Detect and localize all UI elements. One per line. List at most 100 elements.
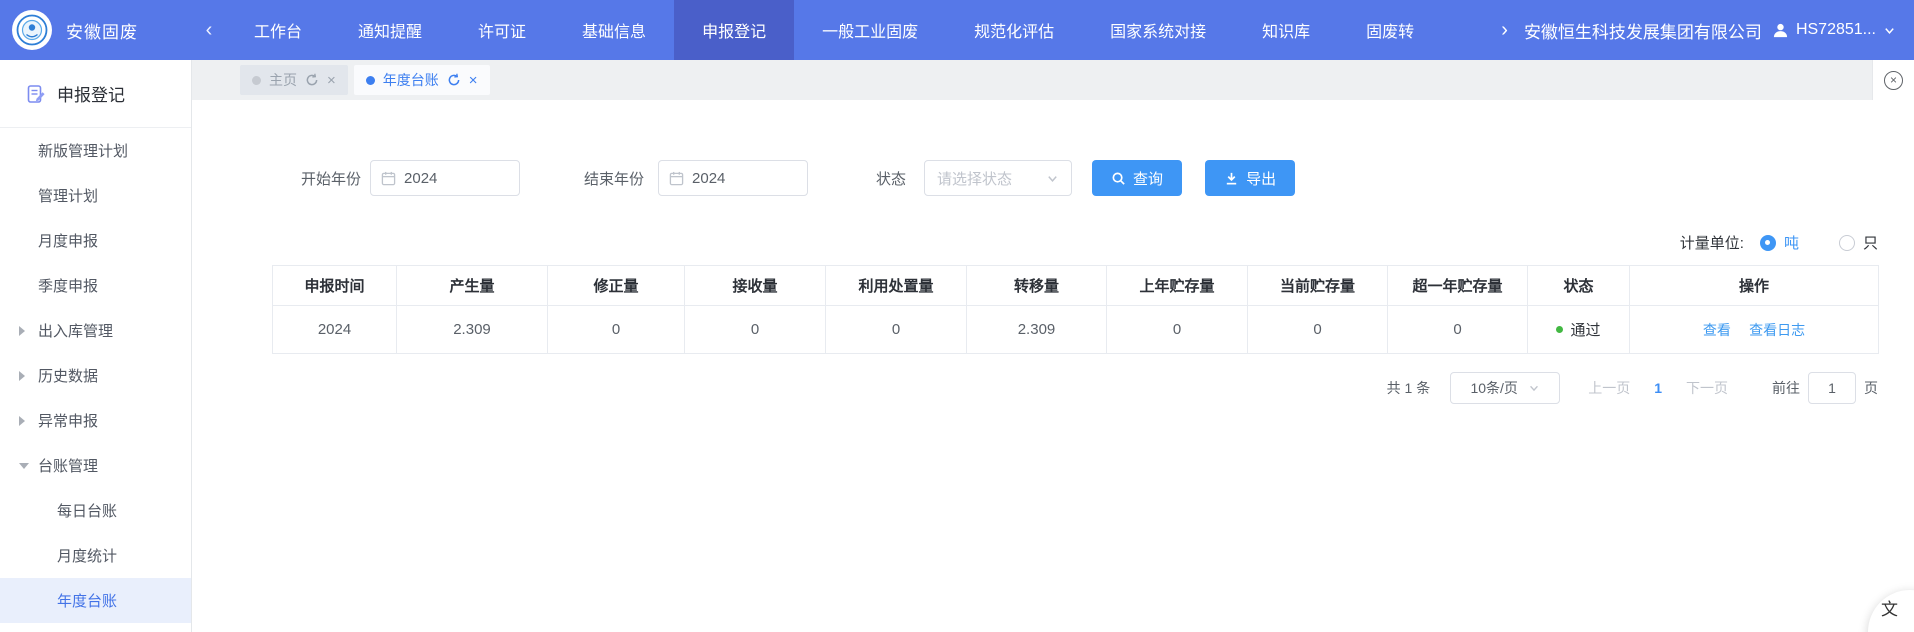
col-over-year-storage: 超一年贮存量: [1388, 266, 1528, 306]
table-row: 2024 2.309 0 0 0 2.309 0 0 0: [273, 306, 1879, 354]
unit-option-piece[interactable]: 只: [1839, 232, 1878, 253]
user-menu[interactable]: HS72851...: [1772, 21, 1896, 39]
sidebar-item-management-plan[interactable]: 管理计划: [0, 173, 191, 218]
col-declare-time: 申报时间: [273, 266, 397, 306]
app-window: 安徽固废 ‹ 工作台 通知提醒 许可证 基础信息 申报登记 一般工业固废 规范化…: [0, 0, 1914, 632]
col-generated: 产生量: [397, 266, 548, 306]
table-header-row: 申报时间 产生量 修正量 接收量 利用处置量 转移量 上年贮存量 当前贮存量 超…: [273, 266, 1879, 306]
start-year-label: 开始年份: [301, 168, 361, 189]
prev-page-button[interactable]: 上一页: [1588, 378, 1630, 398]
nav-item-standardization-assessment[interactable]: 规范化评估: [946, 0, 1082, 60]
sidebar: 申报登记 新版管理计划 管理计划 月度申报 季度申报 出入库管理 历史数据 异常…: [0, 60, 192, 632]
sidebar-item-inout-warehouse[interactable]: 出入库管理: [0, 308, 191, 353]
sidebar-item-monthly-declaration[interactable]: 月度申报: [0, 218, 191, 263]
status-select[interactable]: 请选择状态: [924, 160, 1072, 196]
radio-unselected-icon[interactable]: [1839, 235, 1855, 251]
nav-item-knowledge-base[interactable]: 知识库: [1234, 0, 1338, 60]
app-logo-icon: [12, 10, 52, 50]
nav-menu: 工作台 通知提醒 许可证 基础信息 申报登记 一般工业固废 规范化评估 国家系统…: [226, 0, 1497, 60]
chevron-down-icon: [1528, 382, 1540, 394]
nav-item-national-system[interactable]: 国家系统对接: [1082, 0, 1234, 60]
cell-transferred: 2.309: [967, 306, 1107, 354]
sidebar-item-history-data[interactable]: 历史数据: [0, 353, 191, 398]
main-area: 主页 × 年度台账 × ×: [192, 60, 1914, 632]
unit-switch: 计量单位: 吨 只: [272, 232, 1878, 253]
nav-item-license[interactable]: 许可证: [450, 0, 554, 60]
unit-option-ton[interactable]: 吨: [1760, 232, 1799, 253]
nav-item-notifications[interactable]: 通知提醒: [330, 0, 450, 60]
cell-status: 通过: [1528, 306, 1630, 354]
user-icon: [1772, 22, 1789, 39]
end-year-input[interactable]: [658, 160, 808, 196]
cell-over-year-storage: 0: [1388, 306, 1528, 354]
nav-item-waste-transfer[interactable]: 固废转: [1338, 0, 1442, 60]
unit-option-label[interactable]: 吨: [1784, 232, 1799, 253]
calendar-icon: [669, 171, 684, 186]
arrow-right-icon: [19, 371, 25, 381]
start-year-value[interactable]: [404, 170, 509, 187]
app-title: 安徽固废: [66, 18, 138, 43]
cell-received: 0: [685, 306, 826, 354]
nav-item-workbench[interactable]: 工作台: [226, 0, 330, 60]
sidebar-item-new-management-plan[interactable]: 新版管理计划: [0, 128, 191, 173]
arrow-right-icon: [19, 416, 25, 426]
tab-label: 主页: [269, 70, 297, 90]
cell-current-storage: 0: [1248, 306, 1388, 354]
unit-option-label[interactable]: 只: [1863, 232, 1878, 253]
radio-selected-icon[interactable]: [1760, 235, 1776, 251]
pagination: 共 1 条 10条/页 上一页 1 下一页 前往 页: [272, 372, 1878, 404]
col-status: 状态: [1528, 266, 1630, 306]
col-prev-year-storage: 上年贮存量: [1107, 266, 1248, 306]
sidebar-item-monthly-stats[interactable]: 月度统计: [0, 533, 191, 578]
goto-page-input[interactable]: [1808, 372, 1856, 404]
cell-utilized: 0: [826, 306, 967, 354]
status-placeholder: 请选择状态: [937, 168, 1012, 189]
circled-close-icon: ×: [1884, 71, 1903, 90]
export-button[interactable]: 导出: [1205, 160, 1295, 196]
refresh-icon[interactable]: [447, 73, 461, 87]
start-year-input[interactable]: [370, 160, 520, 196]
username: HS72851...: [1796, 21, 1876, 39]
end-year-value[interactable]: [692, 170, 797, 187]
arrow-down-icon: [19, 463, 29, 469]
nav-item-general-industrial-waste[interactable]: 一般工业固废: [794, 0, 946, 60]
cell-prev-year-storage: 0: [1107, 306, 1248, 354]
sidebar-item-daily-ledger[interactable]: 每日台账: [0, 488, 191, 533]
refresh-icon[interactable]: [305, 73, 319, 87]
view-log-link[interactable]: 查看日志: [1749, 322, 1805, 338]
col-utilized: 利用处置量: [826, 266, 967, 306]
sidebar-item-quarterly-declaration[interactable]: 季度申报: [0, 263, 191, 308]
tab-home[interactable]: 主页 ×: [240, 65, 348, 95]
sidebar-item-annual-ledger[interactable]: 年度台账: [0, 578, 191, 623]
search-button[interactable]: 查询: [1092, 160, 1182, 196]
current-page-button[interactable]: 1: [1654, 380, 1662, 396]
company-name[interactable]: 安徽恒生科技发展集团有限公司: [1524, 18, 1762, 43]
nav-item-basic-info[interactable]: 基础信息: [554, 0, 674, 60]
nav-item-declaration[interactable]: 申报登记: [674, 0, 794, 60]
view-link[interactable]: 查看: [1703, 322, 1731, 338]
tab-annual-ledger[interactable]: 年度台账 ×: [354, 65, 490, 95]
sidebar-header: 申报登记: [0, 60, 191, 128]
close-icon[interactable]: ×: [327, 73, 336, 88]
cell-actions: 查看 查看日志: [1630, 306, 1879, 354]
close-icon[interactable]: ×: [469, 73, 478, 88]
menu-scroll-right-icon[interactable]: ›: [1501, 19, 1508, 42]
chevron-down-icon: [1883, 24, 1896, 37]
cell-generated: 2.309: [397, 306, 548, 354]
tab-label: 年度台账: [383, 70, 439, 90]
sidebar-item-label: 月度统计: [57, 545, 117, 566]
sidebar-item-ledger-management[interactable]: 台账管理: [0, 443, 191, 488]
close-all-tabs-button[interactable]: ×: [1872, 60, 1914, 100]
sidebar-title: 申报登记: [57, 81, 125, 106]
tab-dot-icon: [252, 76, 261, 85]
sidebar-item-abnormal-declaration[interactable]: 异常申报: [0, 398, 191, 443]
next-page-button[interactable]: 下一页: [1686, 378, 1728, 398]
sidebar-item-label: 历史数据: [38, 365, 98, 386]
page-size-select[interactable]: 10条/页: [1450, 372, 1560, 404]
menu-collapse-left-icon[interactable]: ‹: [192, 19, 226, 42]
sidebar-item-label: 年度台账: [57, 590, 117, 611]
tab-dot-icon: [366, 76, 375, 85]
cell-declare-time: 2024: [273, 306, 397, 354]
goto-label: 前往: [1772, 378, 1800, 398]
col-transferred: 转移量: [967, 266, 1107, 306]
